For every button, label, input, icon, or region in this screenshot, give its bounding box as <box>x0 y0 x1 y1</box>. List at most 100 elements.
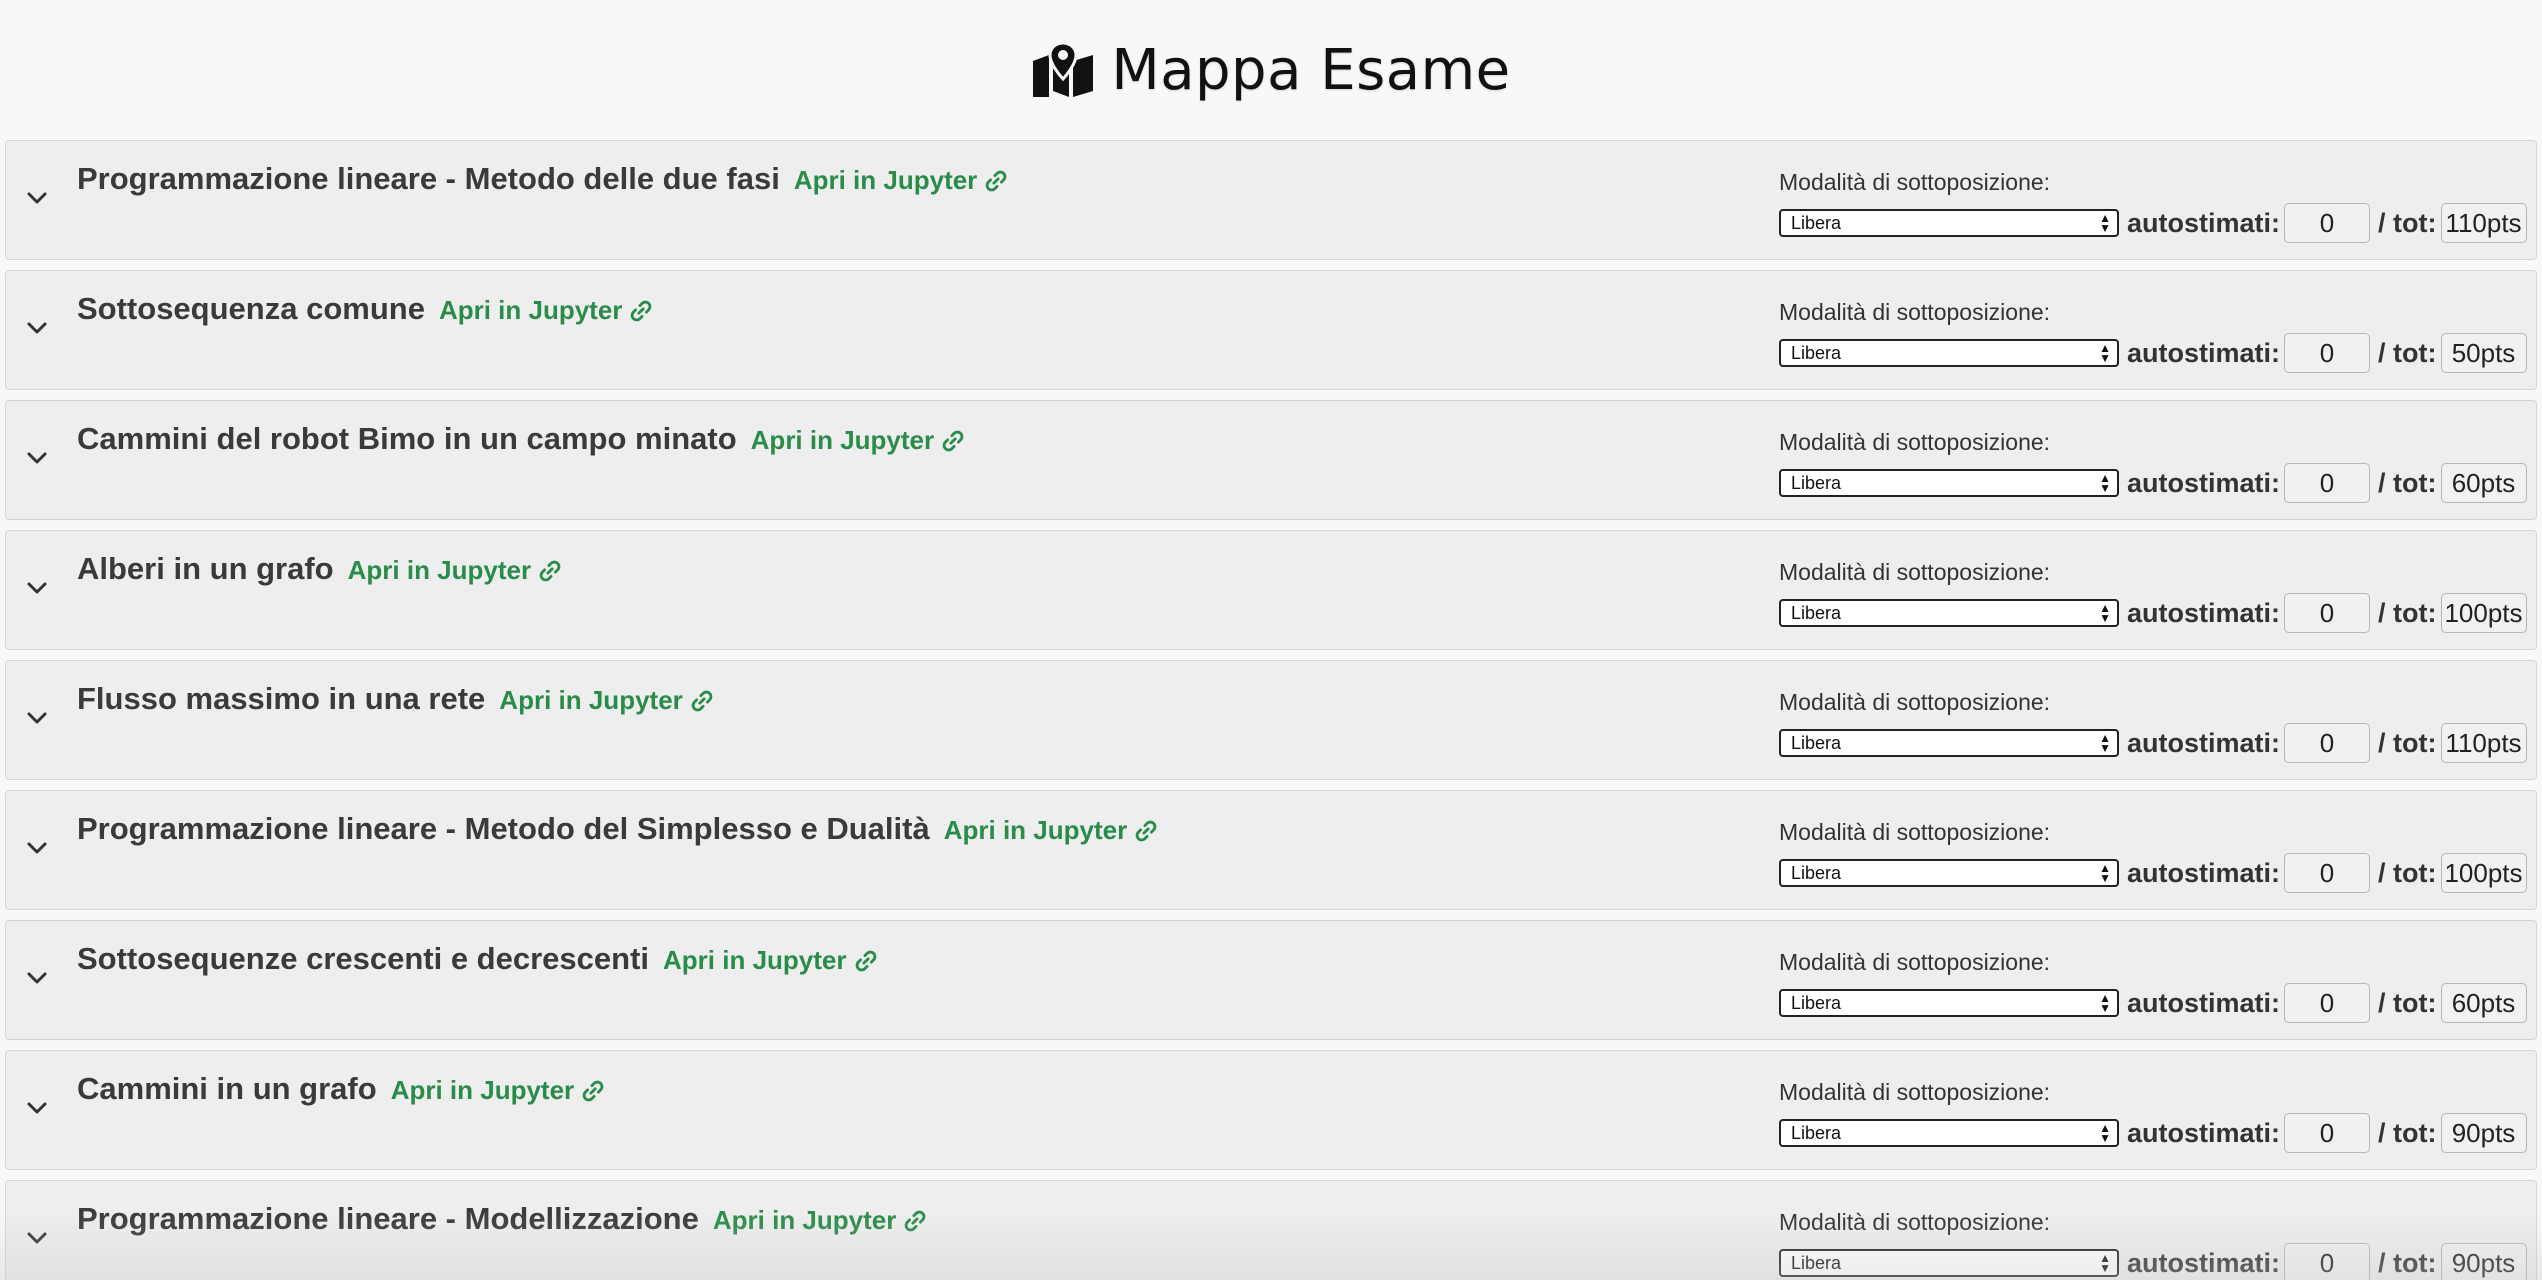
mode-select[interactable]: Libera ▲ ▼ <box>1779 989 2119 1017</box>
chevron-down-icon[interactable] <box>24 705 50 731</box>
open-in-jupyter-link[interactable]: Apri in Jupyter <box>439 295 654 326</box>
task-header: Sottosequenze crescenti e decrescenti Ap… <box>77 941 879 977</box>
open-in-jupyter-link[interactable]: Apri in Jupyter <box>348 555 563 586</box>
estimated-label: autostimati: <box>2127 727 2281 758</box>
task-meta: Modalità di sottoposizione: Libera ▲ ▼ au… <box>1779 429 2529 503</box>
task-title: Programmazione lineare - Metodo del Simp… <box>77 811 930 846</box>
task-row[interactable]: Flusso massimo in una rete Apri in Jupyt… <box>5 660 2537 780</box>
open-in-jupyter-link[interactable]: Apri in Jupyter <box>663 945 878 976</box>
open-in-jupyter-label: Apri in Jupyter <box>712 1205 897 1235</box>
task-row[interactable]: Programmazione lineare - Metodo del Simp… <box>5 790 2537 910</box>
task-meta: Modalità di sottoposizione: Libera ▲ ▼ au… <box>1779 299 2529 373</box>
chevron-down-icon[interactable] <box>24 1225 50 1251</box>
estimated-points-input[interactable]: 0 <box>2284 333 2371 373</box>
chevron-down-icon[interactable] <box>24 965 50 991</box>
estimated-points-input[interactable]: 0 <box>2284 1113 2371 1153</box>
total-label: / tot: <box>2378 1247 2437 1278</box>
task-row[interactable]: Sottosequenza comune Apri in Jupyter Mod… <box>5 270 2537 390</box>
mode-select-value: Libera <box>1791 732 1842 753</box>
link-icon <box>689 688 715 714</box>
mode-select[interactable]: Libera ▲ ▼ <box>1779 859 2119 887</box>
mode-label: Modalità di sottoposizione: <box>1779 1209 2051 1235</box>
estimated-points-input[interactable]: 0 <box>2284 593 2371 633</box>
task-row[interactable]: Cammini del robot Bimo in un campo minat… <box>5 400 2537 520</box>
estimated-label: autostimati: <box>2127 207 2281 238</box>
chevron-down-icon[interactable] <box>24 185 50 211</box>
mode-select[interactable]: Libera ▲ ▼ <box>1779 599 2119 627</box>
task-meta: Modalità di sottoposizione: Libera ▲ ▼ au… <box>1779 819 2529 893</box>
task-list: Programmazione lineare - Metodo delle du… <box>0 140 2542 1280</box>
task-meta: Modalità di sottoposizione: Libera ▲ ▼ au… <box>1779 1079 2529 1153</box>
mode-label: Modalità di sottoposizione: <box>1779 689 2051 715</box>
task-row[interactable]: Alberi in un grafo Apri in Jupyter Modal… <box>5 530 2537 650</box>
select-arrows-icon: ▲ ▼ <box>2099 601 2111 625</box>
estimated-label: autostimati: <box>2127 1247 2281 1278</box>
select-arrows-icon: ▲ ▼ <box>2099 861 2111 885</box>
task-title: Cammini in un grafo <box>77 1071 377 1106</box>
mode-select[interactable]: Libera ▲ ▼ <box>1779 1119 2119 1147</box>
total-points-field: 100pts <box>2440 853 2527 893</box>
mode-label: Modalità di sottoposizione: <box>1779 819 2051 845</box>
estimated-points-input[interactable]: 0 <box>2284 203 2371 243</box>
open-in-jupyter-label: Apri in Jupyter <box>750 425 935 455</box>
chevron-down-icon[interactable] <box>24 835 50 861</box>
mode-label: Modalità di sottoposizione: <box>1779 429 2051 455</box>
task-header: Cammini in un grafo Apri in Jupyter <box>77 1071 606 1107</box>
task-row[interactable]: Sottosequenze crescenti e decrescenti Ap… <box>5 920 2537 1040</box>
link-icon <box>902 1208 928 1234</box>
estimated-points-input[interactable]: 0 <box>2284 1243 2371 1280</box>
task-header: Alberi in un grafo Apri in Jupyter <box>77 551 563 587</box>
task-row[interactable]: Cammini in un grafo Apri in Jupyter Moda… <box>5 1050 2537 1170</box>
open-in-jupyter-link[interactable]: Apri in Jupyter <box>944 815 1159 846</box>
open-in-jupyter-link[interactable]: Apri in Jupyter <box>794 165 1009 196</box>
task-header: Cammini del robot Bimo in un campo minat… <box>77 421 966 457</box>
estimated-points-input[interactable]: 0 <box>2284 463 2371 503</box>
mode-select[interactable]: Libera ▲ ▼ <box>1779 1249 2119 1277</box>
open-in-jupyter-link[interactable]: Apri in Jupyter <box>391 1075 606 1106</box>
select-arrows-icon: ▲ ▼ <box>2099 211 2111 235</box>
link-icon <box>628 298 654 324</box>
select-arrows-icon: ▲ ▼ <box>2099 1121 2111 1145</box>
total-label: / tot: <box>2378 1117 2437 1148</box>
open-in-jupyter-link[interactable]: Apri in Jupyter <box>751 425 966 456</box>
chevron-down-icon[interactable] <box>24 1095 50 1121</box>
mode-select-value: Libera <box>1791 602 1842 623</box>
total-points-field: 90pts <box>2440 1113 2527 1153</box>
mode-select-value: Libera <box>1791 1122 1842 1143</box>
total-label: / tot: <box>2378 987 2437 1018</box>
total-points-field: 110pts <box>2440 203 2527 243</box>
mode-select-value: Libera <box>1791 472 1842 493</box>
total-points-field: 60pts <box>2440 463 2527 503</box>
open-in-jupyter-link[interactable]: Apri in Jupyter <box>713 1205 928 1236</box>
select-arrows-icon: ▲ ▼ <box>2099 731 2111 755</box>
mode-select[interactable]: Libera ▲ ▼ <box>1779 209 2119 237</box>
task-row[interactable]: Programmazione lineare - Modellizzazione… <box>5 1180 2537 1280</box>
open-in-jupyter-label: Apri in Jupyter <box>438 295 623 325</box>
chevron-down-icon[interactable] <box>24 445 50 471</box>
open-in-jupyter-link[interactable]: Apri in Jupyter <box>499 685 714 716</box>
task-meta: Modalità di sottoposizione: Libera ▲ ▼ au… <box>1779 689 2529 763</box>
task-title: Cammini del robot Bimo in un campo minat… <box>77 421 737 456</box>
chevron-down-icon[interactable] <box>24 315 50 341</box>
task-title: Sottosequenza comune <box>77 291 425 326</box>
total-label: / tot: <box>2378 467 2437 498</box>
estimated-label: autostimati: <box>2127 987 2281 1018</box>
estimated-label: autostimati: <box>2127 337 2281 368</box>
page-header: Mappa Esame <box>0 0 2542 140</box>
mode-select[interactable]: Libera ▲ ▼ <box>1779 469 2119 497</box>
total-label: / tot: <box>2378 727 2437 758</box>
total-label: / tot: <box>2378 207 2437 238</box>
total-points-field: 110pts <box>2440 723 2527 763</box>
chevron-down-icon[interactable] <box>24 575 50 601</box>
estimated-points-input[interactable]: 0 <box>2284 983 2371 1023</box>
mode-select[interactable]: Libera ▲ ▼ <box>1779 729 2119 757</box>
task-row[interactable]: Programmazione lineare - Metodo delle du… <box>5 140 2537 260</box>
mode-label: Modalità di sottoposizione: <box>1779 1079 2051 1105</box>
open-in-jupyter-label: Apri in Jupyter <box>390 1075 575 1105</box>
estimated-points-input[interactable]: 0 <box>2284 853 2371 893</box>
estimated-points-input[interactable]: 0 <box>2284 723 2371 763</box>
link-icon <box>537 558 563 584</box>
select-arrows-icon: ▲ ▼ <box>2099 471 2111 495</box>
mode-select[interactable]: Libera ▲ ▼ <box>1779 339 2119 367</box>
total-points-field: 100pts <box>2440 593 2527 633</box>
